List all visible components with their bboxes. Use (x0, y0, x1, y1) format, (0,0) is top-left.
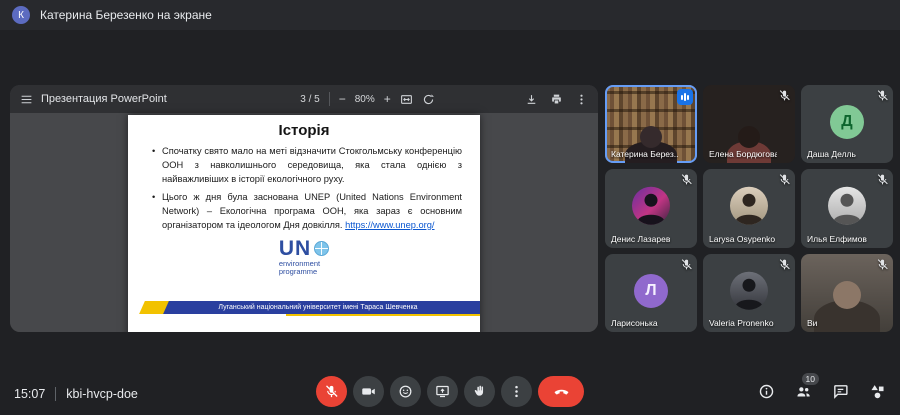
clock: 15:07 (14, 387, 45, 401)
participant-tile-larysa[interactable]: Larysa Osypenko (703, 169, 795, 247)
info-button[interactable] (758, 383, 775, 400)
participant-tile-valeria[interactable]: Valeria Pronenko (703, 254, 795, 332)
mic-off-icon (324, 384, 339, 399)
participants-grid: Катерина Берез... Елена Бордюгова Д Даша… (605, 85, 893, 332)
slide-title: Історія (128, 122, 480, 139)
participant-name: Ларисонька (611, 318, 679, 328)
participant-tile-self[interactable]: Ви (801, 254, 893, 332)
participant-tile-denis[interactable]: Денис Лазарев (605, 169, 697, 247)
shared-screen-panel: Презентация PowerPoint 3 / 5 − 80% + Іст… (10, 85, 598, 332)
mic-button[interactable] (316, 376, 347, 407)
slide-footer-text: Луганський національний університет імен… (218, 304, 417, 311)
participant-name: Ви (807, 318, 875, 328)
participant-name: Елена Бордюгова (709, 149, 777, 159)
sound-indicator-icon (677, 89, 693, 105)
toolbar-divider (329, 92, 330, 106)
un-emblem-icon (314, 241, 329, 256)
print-icon[interactable] (550, 93, 563, 106)
fit-width-icon[interactable] (400, 93, 413, 106)
emoji-icon (398, 384, 413, 399)
unep-logo-un: UN (279, 238, 311, 259)
photo-avatar (730, 272, 768, 310)
mic-off-icon (876, 258, 889, 271)
participant-tile-elena[interactable]: Елена Бордюгова (703, 85, 795, 163)
participant-name: Илья Елфимов (807, 234, 875, 244)
presenting-banner-text: Катерина Березенко на экране (40, 8, 212, 22)
slide-footer-band: Луганський національний університет імен… (128, 301, 480, 314)
call-controls (316, 376, 584, 407)
photo-avatar (632, 187, 670, 225)
end-call-button[interactable] (538, 376, 584, 407)
participant-tile-katerina[interactable]: Катерина Берез... (605, 85, 697, 163)
pdf-canvas: Історія Спочатку свято мало на меті відз… (10, 113, 598, 332)
meeting-info: 15:07 kbi-hvcp-doe (14, 387, 138, 401)
raise-hand-button[interactable] (464, 376, 495, 407)
zoom-out-icon[interactable]: − (339, 93, 346, 105)
panel-controls: 10 (758, 383, 886, 400)
zoom-level: 80% (355, 94, 375, 105)
activities-icon (869, 383, 886, 400)
slide-page: Історія Спочатку свято мало на меті відз… (128, 115, 480, 332)
participant-tile-dasha[interactable]: Д Даша Делль (801, 85, 893, 163)
chat-button[interactable] (832, 383, 849, 400)
activities-button[interactable] (869, 383, 886, 400)
end-call-icon (553, 383, 570, 400)
photo-avatar (730, 187, 768, 225)
slide-bullet: Цього ж дня була заснована UNEP (United … (152, 191, 462, 233)
mic-off-icon (680, 258, 693, 271)
present-button[interactable] (427, 376, 458, 407)
unep-link[interactable]: https://www.unep.org/ (345, 220, 434, 230)
more-options-button[interactable] (501, 376, 532, 407)
rotate-icon[interactable] (422, 93, 435, 106)
meeting-code: kbi-hvcp-doe (66, 387, 138, 401)
mic-off-icon (778, 173, 791, 186)
participant-name: Valeria Pronenko (709, 318, 777, 328)
pdf-toolbar: Презентация PowerPoint 3 / 5 − 80% + (10, 85, 598, 113)
unep-logo-line2: programme (279, 268, 329, 277)
reactions-button[interactable] (390, 376, 421, 407)
unep-logo: UN environment programme (128, 238, 480, 277)
people-button[interactable]: 10 (795, 383, 812, 400)
camera-icon (361, 384, 376, 399)
letter-avatar: Д (830, 105, 864, 139)
participant-tile-larisonka[interactable]: Л Ларисонька (605, 254, 697, 332)
participant-tile-ilya[interactable]: Илья Елфимов (801, 169, 893, 247)
menu-icon[interactable] (20, 93, 33, 106)
participant-name: Катерина Берез... (611, 149, 679, 159)
presenter-avatar: К (12, 6, 30, 24)
more-options-icon[interactable] (575, 93, 588, 106)
photo-avatar (828, 187, 866, 225)
document-title: Презентация PowerPoint (41, 93, 167, 105)
presenting-banner: К Катерина Березенко на экране (0, 0, 900, 30)
letter-avatar: Л (634, 274, 668, 308)
chat-icon (832, 383, 849, 400)
participant-name: Larysa Osypenko (709, 234, 777, 244)
participant-name: Денис Лазарев (611, 234, 679, 244)
divider (55, 387, 56, 401)
mic-off-icon (876, 89, 889, 102)
page-indicator: 3 / 5 (300, 94, 319, 105)
mic-off-icon (778, 89, 791, 102)
zoom-in-icon[interactable]: + (384, 93, 391, 105)
slide-bullet: Спочатку свято мало на меті відзначити С… (152, 145, 462, 187)
meet-app: К Катерина Березенко на экране Презентац… (0, 0, 900, 415)
mic-off-icon (680, 173, 693, 186)
mic-off-icon (876, 173, 889, 186)
participant-count-badge: 10 (802, 373, 819, 385)
more-icon (509, 384, 524, 399)
download-icon[interactable] (525, 93, 538, 106)
camera-button[interactable] (353, 376, 384, 407)
slide-footer-underline (286, 314, 480, 316)
people-icon (795, 383, 812, 400)
participant-name: Даша Делль (807, 149, 875, 159)
slide-body: Спочатку свято мало на меті відзначити С… (152, 145, 462, 233)
mic-off-icon (778, 258, 791, 271)
present-icon (435, 384, 450, 399)
info-icon (758, 383, 775, 400)
raise-hand-icon (472, 384, 487, 399)
